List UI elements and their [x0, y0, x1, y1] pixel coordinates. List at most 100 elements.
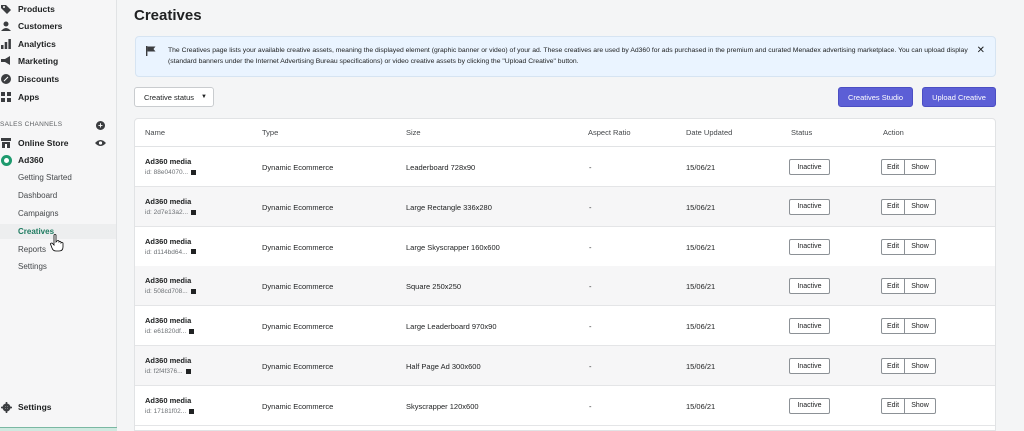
copy-icon[interactable] — [189, 328, 195, 334]
nav-label: Analytics — [18, 39, 56, 49]
copy-icon[interactable] — [190, 249, 196, 255]
table-header: Name Type Size Aspect Ratio Date Updated… — [135, 119, 995, 147]
creative-id: id: 508cd708... — [145, 288, 196, 295]
creative-name[interactable]: Ad360 media — [145, 237, 191, 246]
show-button[interactable]: Show — [905, 399, 935, 413]
action-buttons: Edit Show — [881, 159, 936, 175]
nav-products[interactable]: Products — [0, 1, 55, 17]
table-row[interactable]: Ad360 media id: 2d7e13a2... Dynamic Ecomme… — [135, 186, 995, 227]
sub-item-campaigns[interactable]: Campaigns — [18, 209, 58, 218]
creative-id: id: 2d7e13a2... — [145, 209, 197, 216]
sub-item-creatives[interactable]: Creatives — [18, 227, 54, 236]
creative-size: Large Rectangle 336x280 — [406, 202, 492, 212]
show-button[interactable]: Show — [905, 160, 935, 174]
copy-icon[interactable] — [191, 209, 197, 215]
creative-id-text: id: 508cd708... — [145, 288, 188, 296]
nav-online-store[interactable]: Online Store — [0, 135, 69, 151]
nav-ad360[interactable]: Ad360 — [0, 152, 44, 168]
copy-icon[interactable] — [189, 408, 195, 414]
status-badge: Inactive — [789, 318, 830, 335]
creative-name[interactable]: Ad360 media — [145, 276, 191, 285]
action-buttons: Edit Show — [881, 198, 936, 215]
show-button[interactable]: Show — [905, 319, 935, 333]
sub-item-settings[interactable]: Settings — [18, 262, 47, 271]
creative-type: Dynamic Ecommerce — [262, 401, 334, 411]
creative-id-text: id: e61820df... — [145, 328, 187, 336]
add-channel-icon[interactable]: + — [96, 121, 105, 130]
action-buttons: Edit Show — [881, 318, 936, 335]
table-row[interactable]: Ad360 media id: 508cd708... Dynamic Ecomme… — [135, 266, 995, 307]
nav-discounts[interactable]: Discounts — [0, 71, 59, 87]
edit-button[interactable]: Edit — [882, 239, 905, 254]
edit-button[interactable]: Edit — [882, 398, 905, 413]
date-updated: 15/06/21 — [686, 322, 716, 332]
creative-id: id: 88e04070... — [145, 169, 197, 176]
upload-creative-button[interactable]: Upload Creative — [922, 87, 996, 107]
column-header: Action — [883, 128, 904, 137]
creative-name[interactable]: Ad360 media — [145, 316, 191, 325]
creative-size: Skyscrapper 120x600 — [406, 401, 479, 411]
gear-icon — [0, 401, 12, 413]
action-buttons: Edit Show — [881, 238, 936, 255]
nav-label: Online Store — [18, 138, 69, 148]
nav-marketing[interactable]: Marketing — [0, 53, 58, 69]
creative-size: Square 250x250 — [406, 282, 462, 292]
creative-name[interactable]: Ad360 media — [145, 197, 191, 206]
show-button[interactable]: Show — [905, 359, 935, 373]
nav-label: Discounts — [18, 74, 60, 84]
creative-size: Large Leaderboard 970x90 — [406, 322, 497, 332]
sub-item-dashboard[interactable]: Dashboard — [18, 191, 57, 200]
edit-button[interactable]: Edit — [882, 160, 905, 174]
table-row[interactable]: Ad360 media id: e61820df... Dynamic Ecomme… — [135, 306, 995, 347]
edit-button[interactable]: Edit — [882, 359, 905, 373]
eye-icon[interactable] — [95, 139, 106, 147]
creative-name[interactable]: Ad360 media — [145, 157, 191, 166]
nav-label: Products — [18, 4, 55, 14]
nav-customers[interactable]: Customers — [0, 18, 62, 34]
aspect-ratio: - — [589, 282, 592, 292]
copy-icon[interactable] — [190, 289, 196, 295]
status-badge: Inactive — [789, 278, 830, 295]
caret-down-icon: ▼ — [201, 94, 207, 100]
show-button[interactable]: Show — [905, 279, 935, 293]
column-header: Size — [406, 128, 421, 137]
creative-size: Half Page Ad 300x600 — [406, 362, 481, 371]
select-label: Creative status — [144, 92, 195, 102]
status-badge: Inactive — [789, 358, 830, 374]
close-icon[interactable]: ✕ — [977, 45, 985, 56]
table-row[interactable]: Ad360 media id: f2f4f376... Dynamic Ecomme… — [135, 346, 995, 386]
sub-item-getting-started[interactable]: Getting Started — [18, 173, 72, 182]
sub-item-reports[interactable]: Reports — [18, 245, 46, 254]
copy-icon[interactable] — [191, 169, 197, 175]
status-badge: Inactive — [789, 159, 830, 175]
bar-chart-icon — [0, 38, 12, 50]
column-header: Aspect Ratio — [588, 128, 631, 137]
creative-type: Dynamic Ecommerce — [262, 282, 334, 292]
show-button[interactable]: Show — [905, 200, 935, 214]
nav-analytics[interactable]: Analytics — [0, 36, 56, 52]
table-row[interactable]: Ad360 media id: d114bd64... Dynamic Ecomme… — [135, 227, 995, 267]
status-badge: Inactive — [789, 397, 830, 414]
edit-button[interactable]: Edit — [882, 319, 905, 334]
page-title: Creatives — [134, 7, 202, 24]
nav-settings[interactable]: Settings — [0, 399, 52, 415]
aspect-ratio: - — [589, 401, 592, 411]
ad360-logo-icon — [0, 154, 12, 166]
edit-button[interactable]: Edit — [882, 279, 905, 294]
sales-channels-label: SALES CHANNELS — [0, 121, 63, 128]
table-row[interactable]: Ad360 media id: 88e04070... Dynamic Ecomme… — [135, 147, 995, 187]
creative-name[interactable]: Ad360 media — [145, 396, 191, 405]
edit-button[interactable]: Edit — [882, 199, 905, 214]
flag-icon — [146, 46, 156, 56]
aspect-ratio: - — [589, 362, 592, 371]
creative-status-select[interactable]: Creative status ▼ — [134, 87, 214, 107]
creative-type: Dynamic Ecommerce — [262, 322, 334, 332]
nav-apps[interactable]: Apps — [0, 89, 39, 105]
table-row[interactable]: Ad360 media id: 17181f02... Dynamic Ecomme… — [135, 386, 995, 426]
creative-type: Dynamic Ecommerce — [262, 362, 334, 371]
creative-name[interactable]: Ad360 media — [145, 356, 191, 365]
show-button[interactable]: Show — [905, 240, 935, 254]
creatives-studio-button[interactable]: Creatives Studio — [838, 87, 913, 107]
copy-icon[interactable] — [185, 368, 191, 374]
creative-id-text: id: f2f4f376... — [145, 368, 183, 375]
